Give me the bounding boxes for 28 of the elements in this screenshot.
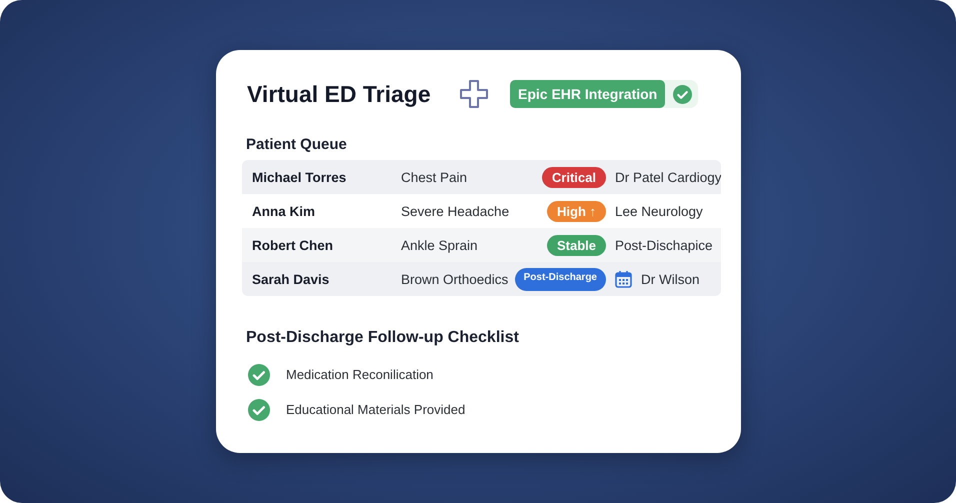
integration-badge: Epic EHR Integration bbox=[510, 80, 666, 108]
patient-row[interactable]: Robert Chen Ankle Sprain Stable Post-Dischapice bbox=[242, 228, 721, 262]
patient-row[interactable]: Anna Kim Severe Headache High ↑ Lee Neurology bbox=[242, 194, 721, 228]
complaint-text: Brown Orthoedics bbox=[401, 272, 510, 286]
patient-name: Michael Torres bbox=[252, 170, 348, 184]
doctor-text: Post-Dischapice bbox=[615, 238, 713, 252]
check-circle-icon[interactable] bbox=[248, 364, 270, 386]
complaint-text: Severe Headache bbox=[401, 204, 510, 218]
doctor-text: Lee Neurology bbox=[615, 204, 703, 218]
section-title: Patient Queue bbox=[246, 136, 348, 153]
complaint-text: Ankle Sprain bbox=[401, 238, 479, 252]
patient-name: Sarah Davis bbox=[252, 272, 330, 286]
checklist-item: Educational Materials Provided bbox=[286, 402, 466, 417]
priority-badge: Critical bbox=[542, 166, 606, 188]
patient-name: Robert Chen bbox=[252, 238, 334, 252]
priority-badge: Post-Discharge bbox=[514, 268, 606, 290]
check-circle-icon[interactable] bbox=[248, 398, 270, 420]
complaint-text: Chest Pain bbox=[401, 170, 468, 184]
card-title: Virtual ED Triage bbox=[247, 80, 432, 108]
doctor-text: Dr Wilson bbox=[641, 272, 700, 286]
priority-badge: Stable bbox=[546, 234, 606, 256]
section-title: Post-Discharge Follow-up Checklist bbox=[246, 329, 520, 347]
patient-name: Anna Kim bbox=[252, 204, 316, 218]
medical-cross-icon bbox=[459, 79, 489, 109]
checklist-item: Medication Reconilication bbox=[286, 367, 434, 382]
priority-badge: High ↑ bbox=[547, 200, 606, 222]
calendar-icon bbox=[615, 270, 632, 288]
patient-row[interactable]: Sarah Davis Brown Orthoedics Post-Discharge Dr Wilson bbox=[242, 262, 721, 296]
